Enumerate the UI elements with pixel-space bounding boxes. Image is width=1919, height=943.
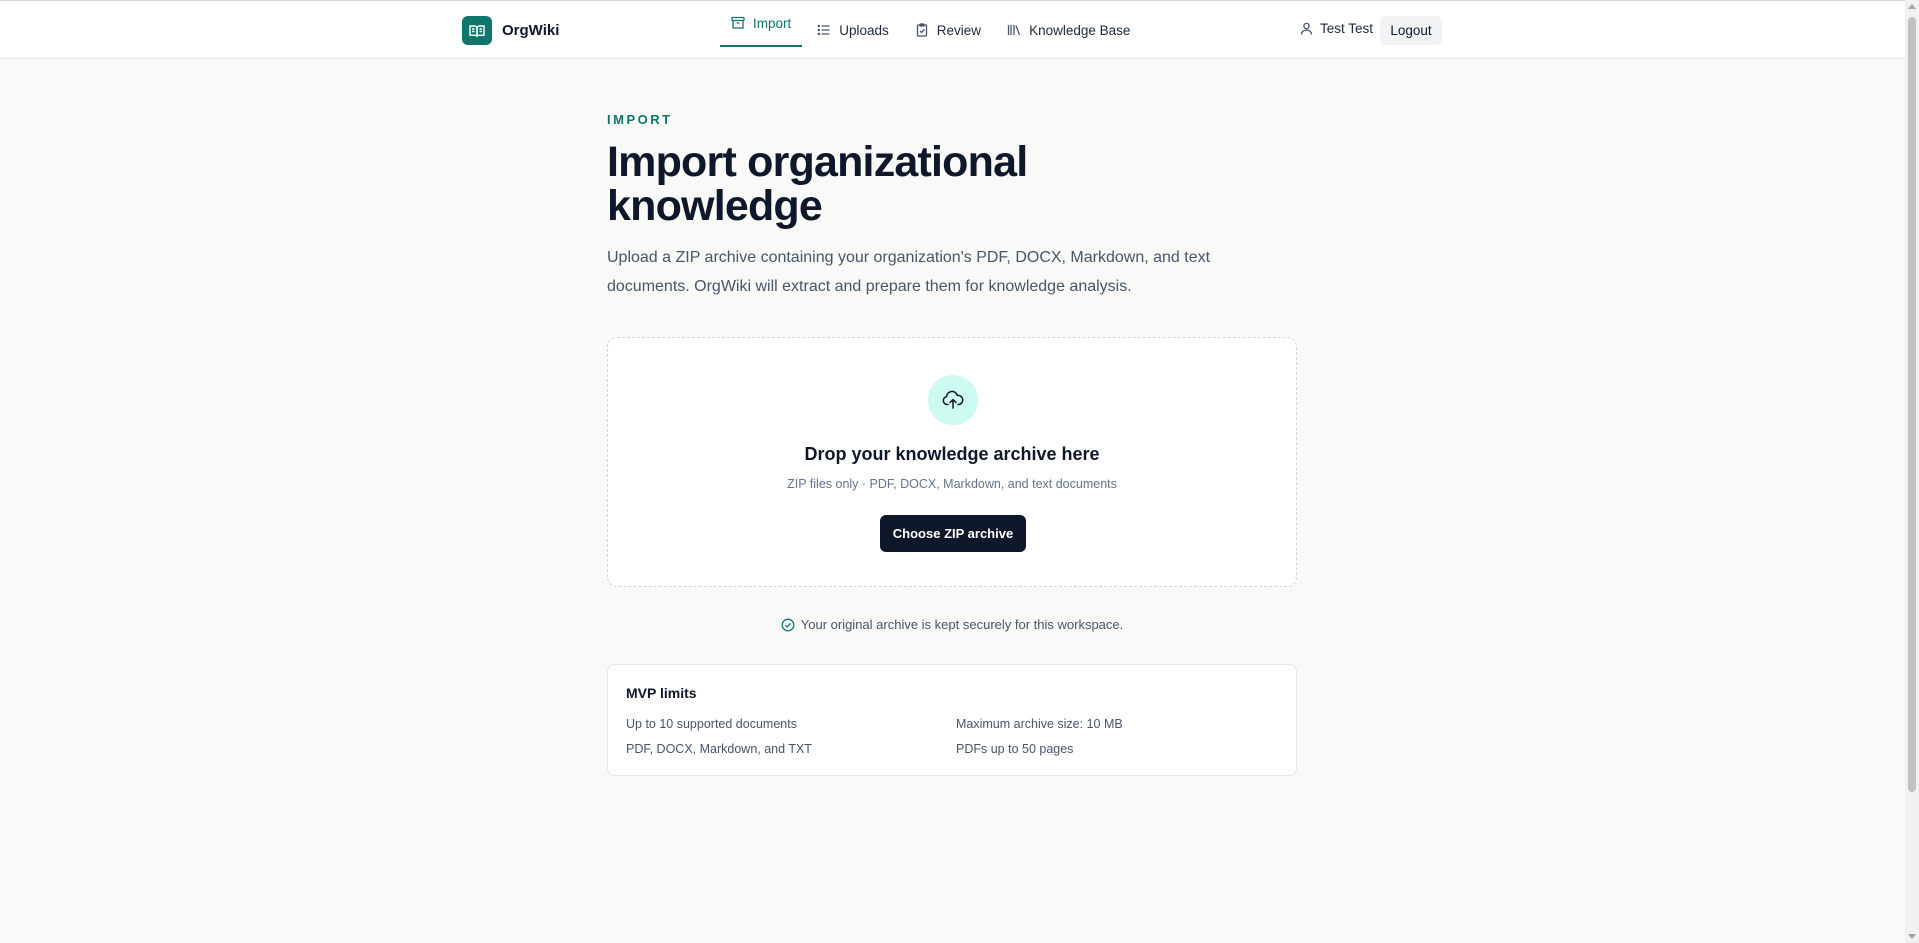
- page-description: Upload a ZIP archive containing your org…: [607, 249, 1211, 295]
- nav-item-uploads[interactable]: Uploads: [806, 1, 900, 59]
- limit-item: Up to 10 supported documents: [626, 717, 797, 731]
- library-icon: [1007, 25, 1021, 36]
- dropzone-subtitle: ZIP files only · PDF, DOCX, Markdown, an…: [787, 477, 1117, 491]
- list-icon: [817, 24, 830, 36]
- nav-item-knowledge-base[interactable]: Knowledge Base: [996, 1, 1141, 59]
- page-eyebrow: IMPORT: [607, 112, 673, 127]
- brand-name: OrgWiki: [502, 22, 560, 39]
- brand-home-link[interactable]: OrgWiki: [462, 16, 559, 45]
- top-navigation-bar: OrgWiki Import Uploads Review Knowledge …: [0, 0, 1905, 59]
- secure-note-text: Your original archive is kept securely f…: [800, 617, 1124, 632]
- scroll-up-arrow-icon[interactable]: [1908, 4, 1916, 9]
- limit-item: Maximum archive size: 10 MB: [956, 717, 1123, 731]
- secure-note: Your original archive is kept securely f…: [607, 617, 1297, 632]
- limits-title: MVP limits: [626, 685, 697, 701]
- limit-item: PDF, DOCX, Markdown, and TXT: [626, 742, 812, 756]
- nav-item-label: Review: [936, 22, 982, 38]
- archive-dropzone[interactable]: Drop your knowledge archive here ZIP fil…: [607, 337, 1297, 587]
- nav-item-label: Import: [753, 15, 792, 31]
- choose-zip-button[interactable]: Choose ZIP archive: [880, 515, 1026, 552]
- limit-item: PDFs up to 50 pages: [956, 742, 1074, 756]
- check-circle-icon: [781, 618, 795, 631]
- scrollbar-thumb[interactable]: [1908, 17, 1916, 792]
- nav-item-label: Uploads: [839, 22, 889, 38]
- nav-item-import[interactable]: Import: [720, 1, 803, 47]
- book-open-icon: [462, 16, 492, 45]
- page-title: Import organizational knowledge: [607, 138, 1028, 230]
- cloud-upload-icon: [928, 375, 978, 425]
- user-menu[interactable]: Test Test: [1300, 21, 1373, 36]
- main-nav: Import Uploads Review Knowledge Base: [720, 1, 1145, 59]
- user-name: Test Test: [1320, 21, 1374, 36]
- user-icon: [1300, 22, 1313, 35]
- mvp-limits-card: MVP limits Up to 10 supported documents …: [607, 664, 1297, 776]
- dropzone-title: Drop your knowledge archive here: [804, 444, 1100, 464]
- vertical-scrollbar[interactable]: [1905, 0, 1919, 943]
- scroll-down-arrow-icon[interactable]: [1908, 934, 1916, 939]
- logout-button[interactable]: Logout: [1380, 16, 1442, 45]
- nav-item-label: Knowledge Base: [1029, 22, 1131, 38]
- archive-icon: [731, 16, 745, 29]
- nav-item-review[interactable]: Review: [904, 1, 992, 59]
- clipboard-check-icon: [916, 23, 927, 37]
